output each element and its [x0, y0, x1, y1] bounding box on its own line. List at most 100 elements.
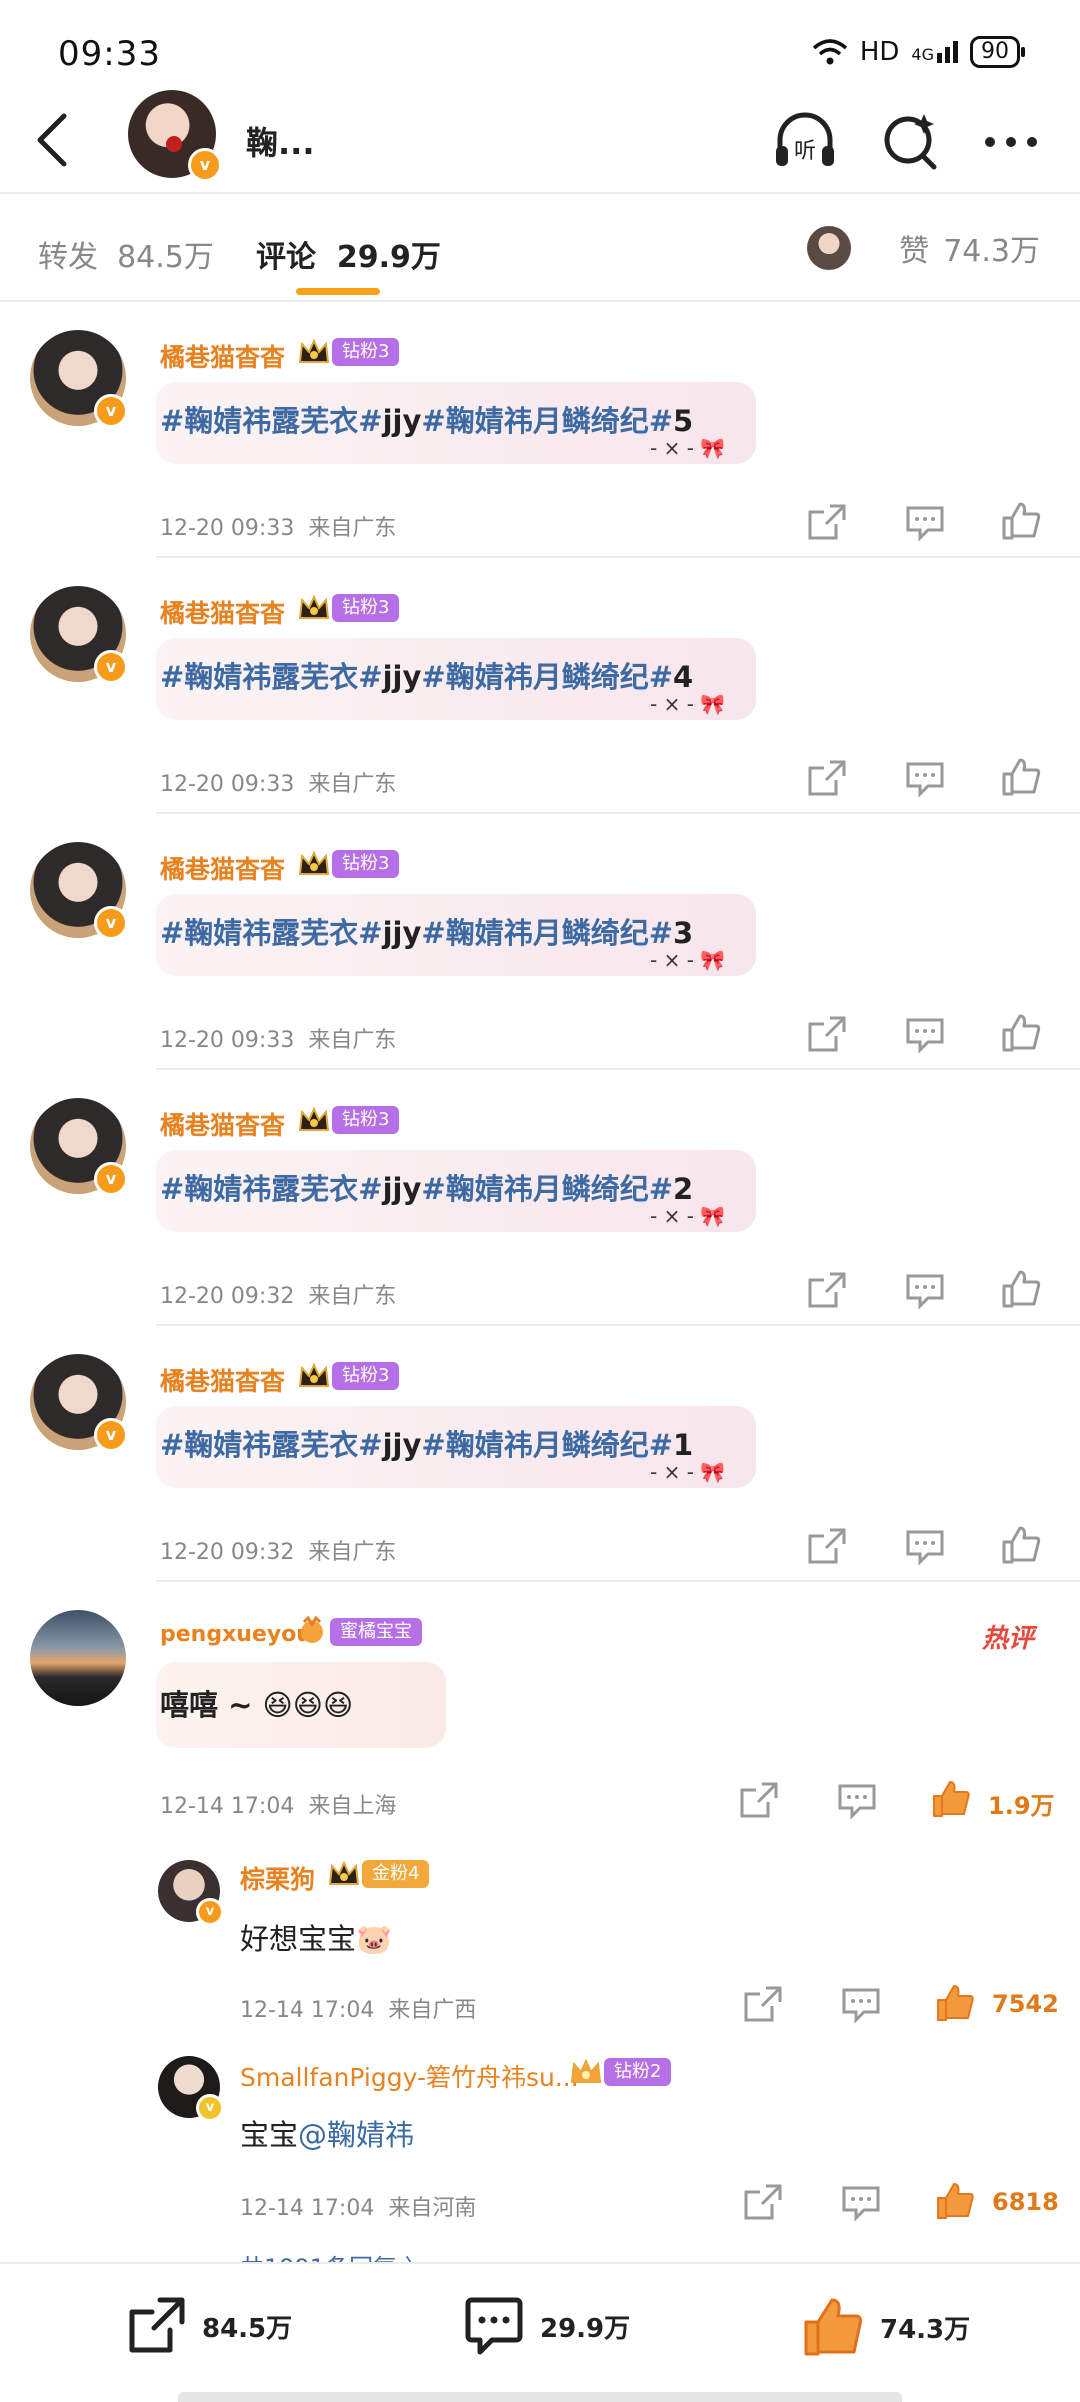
fan-level-badge: 蜜橘宝宝 — [330, 1618, 422, 1646]
topic-tag[interactable]: #鞠婧祎露芜衣# — [160, 660, 383, 694]
replier-name[interactable]: SmallfanPiggy-箬竹舟祎su... — [240, 2058, 579, 2094]
share-icon[interactable] — [806, 1526, 848, 1566]
pig-emoji-icon: 🐷 — [356, 1922, 393, 1956]
comment-item: v 橘巷猫杳杳 钻粉3 #鞠婧祎露芜衣#jjy#鞠婧祎月鳞绮纪#3 - × - … — [0, 814, 1080, 1070]
reply-time: 12-14 17:04 — [240, 1998, 375, 2023]
comment-plain-text: jjy — [382, 404, 422, 438]
comment-time: 12-20 09:32 — [160, 1284, 295, 1309]
bow-decoration-icon: - × - 🎀 — [650, 1460, 726, 1484]
fan-level-badge: 钻粉3 — [332, 1106, 400, 1134]
commenter-avatar[interactable]: v — [30, 586, 128, 684]
bottom-repost-button[interactable]: 84.5万 — [124, 2294, 292, 2358]
user-mention[interactable]: @鞠婧祎 — [298, 2118, 414, 2152]
like-thumb-filled-icon[interactable] — [934, 1982, 976, 2022]
commenter-avatar[interactable]: v — [30, 842, 128, 940]
fan-level-badge: 钻粉3 — [332, 850, 400, 878]
signal-type: 4G — [911, 45, 934, 64]
commenter-avatar[interactable]: v — [30, 1354, 128, 1452]
share-icon[interactable] — [806, 502, 848, 542]
like-thumb-filled-icon[interactable] — [934, 2180, 976, 2220]
verified-badge-icon: v — [94, 394, 128, 428]
commenter-name[interactable]: 橘巷猫杳杳 — [160, 850, 285, 886]
bottom-repost-count: 84.5万 — [202, 2313, 293, 2344]
like-thumb-icon[interactable] — [1000, 500, 1042, 540]
topic-tag[interactable]: #鞠婧祎露芜衣# — [160, 1428, 383, 1462]
fan-level-badge: 钻粉3 — [332, 1362, 400, 1390]
replier-name[interactable]: 棕栗狗 — [240, 1860, 315, 1896]
reply-icon[interactable] — [840, 1984, 882, 2024]
search-sparkle-icon[interactable] — [876, 106, 946, 176]
share-icon[interactable] — [806, 1270, 848, 1310]
reply-icon[interactable] — [904, 758, 946, 798]
commenter-name[interactable]: 橘巷猫杳杳 — [160, 338, 285, 374]
like-thumb-icon[interactable] — [1000, 1268, 1042, 1308]
like-thumb-icon[interactable] — [1000, 1012, 1042, 1052]
author-name[interactable]: 鞠... — [246, 118, 314, 164]
fan-level-badge: 钻粉3 — [332, 594, 400, 622]
comment-location: 来自广东 — [308, 772, 397, 797]
reply-text: 宝宝@鞠婧祎 — [240, 2112, 414, 2154]
comment-text: #鞠婧祎露芜衣#jjy#鞠婧祎月鳞绮纪#4 — [160, 654, 693, 696]
bottom-comment-button[interactable]: 29.9万 — [462, 2294, 630, 2358]
commenter-name[interactable]: 橘巷猫杳杳 — [160, 1106, 285, 1142]
comment-text: #鞠婧祎露芜衣#jjy#鞠婧祎月鳞绮纪#5 — [160, 398, 693, 440]
bottom-comment-count: 29.9万 — [540, 2313, 631, 2344]
headphones-listen-icon[interactable]: 听 — [770, 106, 840, 176]
share-icon[interactable] — [806, 758, 848, 798]
like-thumb-icon[interactable] — [1000, 756, 1042, 796]
topic-tag[interactable]: #鞠婧祎露芜衣# — [160, 1172, 383, 1206]
topic-tag[interactable]: #鞠婧祎月鳞绮纪# — [421, 404, 673, 438]
topic-tag[interactable]: #鞠婧祎月鳞绮纪# — [421, 1428, 673, 1462]
like-thumb-filled-icon — [804, 2298, 862, 2356]
topic-tag[interactable]: #鞠婧祎月鳞绮纪# — [421, 916, 673, 950]
comment-meta: 12-20 09:32 来自广东 — [160, 1534, 396, 1566]
verified-badge-icon: v — [196, 1898, 224, 1926]
reply-icon[interactable] — [904, 1526, 946, 1566]
reply-icon[interactable] — [904, 1270, 946, 1310]
reply-icon[interactable] — [836, 1780, 878, 1820]
comment-time: 12-14 17:04 — [160, 1794, 295, 1819]
commenter-name[interactable]: 橘巷猫杳杳 — [160, 594, 285, 630]
reply-icon[interactable] — [904, 1014, 946, 1054]
commenter-avatar[interactable]: v — [30, 330, 128, 428]
commenter-name[interactable]: 橘巷猫杳杳 — [160, 1362, 285, 1398]
topic-tag[interactable]: #鞠婧祎月鳞绮纪# — [421, 1172, 673, 1206]
fan-crown-icon — [298, 594, 330, 619]
bow-decoration-icon: - × - 🎀 — [650, 1204, 726, 1228]
share-icon[interactable] — [738, 1780, 780, 1820]
topic-tag[interactable]: #鞠婧祎月鳞绮纪# — [421, 660, 673, 694]
tab-likes[interactable]: 赞 74.3万 — [807, 226, 1040, 270]
comment-plain-text: 嘻嘻 ~ — [160, 1688, 253, 1722]
reply-icon[interactable] — [840, 2182, 882, 2222]
replier-avatar[interactable]: v — [158, 1860, 224, 1926]
verified-badge-icon: v — [94, 906, 128, 940]
share-icon[interactable] — [806, 1014, 848, 1054]
wifi-icon — [812, 39, 847, 65]
bottom-like-count: 74.3万 — [880, 2314, 971, 2345]
tab-reposts[interactable]: 转发 84.5万 — [38, 232, 214, 276]
topic-tag[interactable]: #鞠婧祎露芜衣# — [160, 916, 383, 950]
bottom-like-button[interactable]: 74.3万 — [800, 2294, 970, 2360]
commenter-name[interactable]: pengxueyou — [160, 1622, 312, 1647]
share-icon[interactable] — [742, 2182, 784, 2222]
more-dots-icon[interactable] — [976, 106, 1046, 176]
verified-badge-icon: v — [94, 1418, 128, 1452]
comment-location: 来自广东 — [308, 1540, 397, 1565]
author-avatar[interactable]: v — [128, 90, 222, 182]
bow-decoration-icon: - × - 🎀 — [650, 948, 726, 972]
tab-reposts-count: 84.5万 — [117, 240, 214, 275]
reply-plain-text: 宝宝 — [240, 2118, 299, 2152]
commenter-avatar[interactable] — [30, 1610, 126, 1706]
reply-icon[interactable] — [904, 502, 946, 542]
share-icon[interactable] — [742, 1984, 784, 2024]
replier-avatar[interactable]: v — [158, 2056, 224, 2122]
tab-comments[interactable]: 评论 29.9万 — [256, 232, 441, 276]
commenter-avatar[interactable]: v — [30, 1098, 128, 1196]
comment-item: v 橘巷猫杳杳 钻粉3 #鞠婧祎露芜衣#jjy#鞠婧祎月鳞绮纪#1 - × - … — [0, 1326, 1080, 1582]
comment-location: 来自上海 — [308, 1794, 397, 1819]
laugh-emoji-icon: 😆😆😆 — [262, 1688, 354, 1722]
back-arrow-icon[interactable] — [28, 110, 78, 170]
topic-tag[interactable]: #鞠婧祎露芜衣# — [160, 404, 383, 438]
like-thumb-icon[interactable] — [1000, 1524, 1042, 1564]
like-thumb-filled-icon[interactable] — [930, 1778, 972, 1818]
